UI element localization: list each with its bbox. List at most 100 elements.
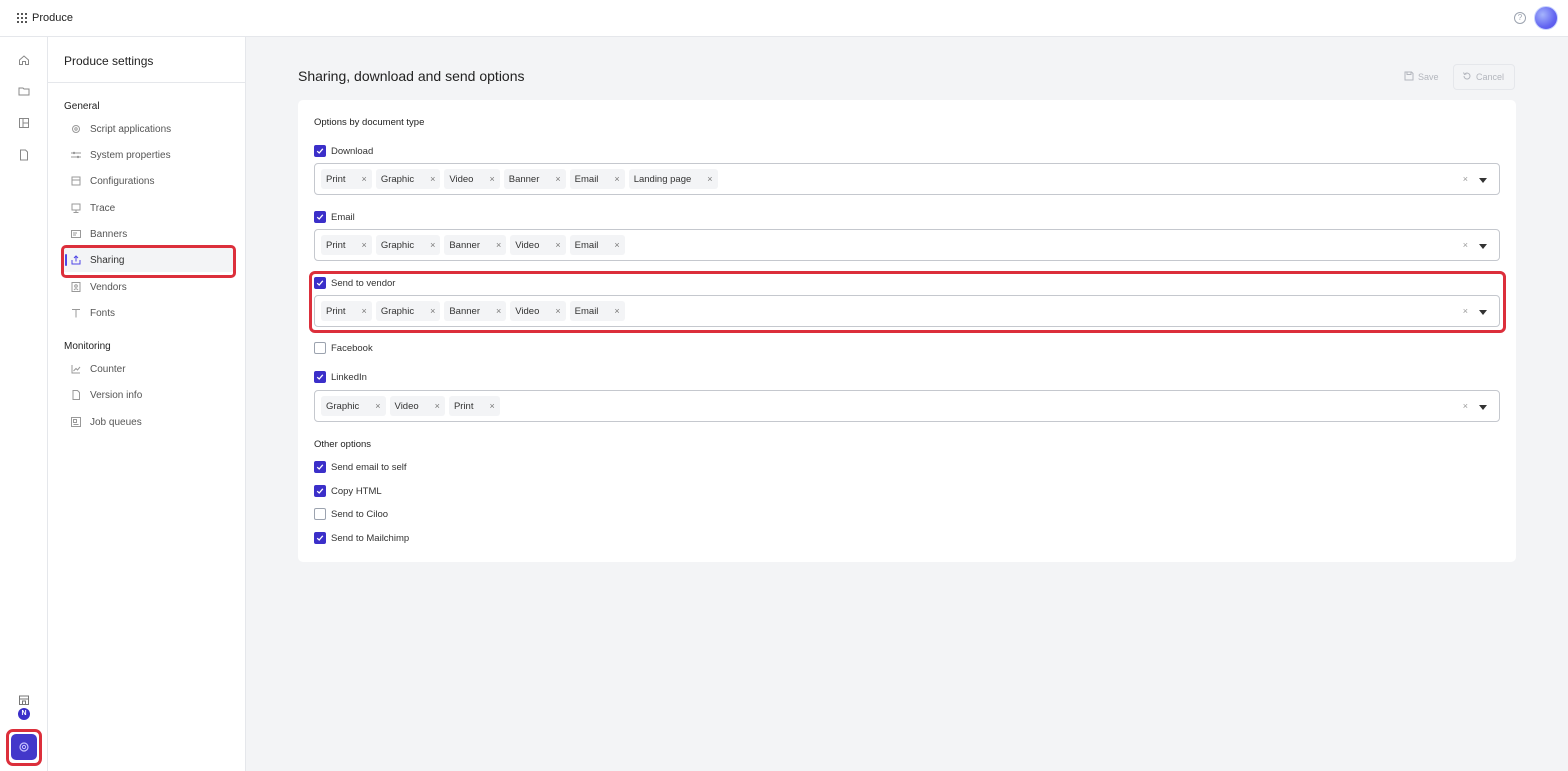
sidebar-item-label: Trace (90, 202, 116, 214)
chevron-down-icon[interactable] (1479, 405, 1487, 410)
send-to-mailchimp-option[interactable]: Send to Mailchimp (314, 532, 409, 544)
chip-label: Landing page (633, 173, 692, 185)
send-email-to-self-option[interactable]: Send email to self (314, 461, 407, 473)
sidebar-item-vendors[interactable]: Vendors (62, 275, 234, 299)
layout-icon[interactable] (18, 117, 30, 129)
chip: Print × (321, 169, 372, 189)
chip-label: Banner (449, 239, 480, 251)
queue-icon (71, 417, 81, 427)
remove-chip-icon[interactable]: × (614, 174, 619, 184)
avatar[interactable] (1534, 6, 1558, 30)
chip-label: Video (449, 173, 474, 185)
chip-label: Graphic (326, 400, 360, 412)
facebook-checkbox[interactable] (314, 342, 326, 354)
send-to-ciloo-option[interactable]: Send to Ciloo (314, 508, 388, 520)
settings-sidebar: Produce settings General Script applicat… (48, 37, 246, 771)
sidebar-item-trace[interactable]: Trace (62, 196, 234, 220)
chip: Graphic × (375, 235, 441, 255)
clear-all-icon[interactable]: × (1463, 401, 1468, 411)
cancel-button[interactable]: Cancel (1453, 64, 1515, 90)
remove-chip-icon[interactable]: × (555, 174, 560, 184)
remove-chip-icon[interactable]: × (707, 174, 712, 184)
email-types-select[interactable]: Print × Graphic × Banner × Video × Email × × (314, 229, 1500, 261)
help-icon[interactable]: ? (1514, 12, 1526, 24)
remove-chip-icon[interactable]: × (435, 401, 440, 411)
folder-icon[interactable] (18, 85, 30, 97)
chip-label: Banner (508, 173, 540, 185)
sidebar-title: Produce settings (64, 54, 154, 68)
document-icon[interactable] (18, 149, 30, 161)
remove-chip-icon[interactable]: × (614, 240, 619, 250)
download-checkbox[interactable] (314, 145, 326, 157)
notification-badge[interactable]: N (18, 708, 30, 720)
sliders-icon (71, 150, 81, 160)
chip-label: Print (326, 239, 346, 251)
sidebar-item-label: System properties (90, 149, 171, 161)
remove-chip-icon[interactable]: × (489, 401, 494, 411)
save-button[interactable]: Save (1396, 64, 1447, 90)
chip: Video × (510, 235, 566, 255)
linkedin-types-select[interactable]: Graphic × Video × Print × × (314, 390, 1500, 422)
email-checkbox[interactable] (314, 211, 326, 223)
chip-label: Video (394, 400, 419, 412)
sidebar-item-banners[interactable]: Banners (62, 222, 234, 246)
remove-chip-icon[interactable]: × (496, 240, 501, 250)
chart-icon (71, 364, 81, 374)
divider (48, 82, 246, 83)
sidebar-item-version-info[interactable]: Version info (62, 383, 234, 407)
document-icon (71, 390, 81, 400)
chip-label: Video (515, 239, 540, 251)
chip-label: Print (453, 400, 474, 412)
home-icon[interactable] (18, 54, 30, 66)
remove-chip-icon[interactable]: × (555, 240, 560, 250)
email-option[interactable]: Email (314, 211, 355, 223)
chip: Print × (448, 396, 500, 416)
chip-label: Graphic (380, 173, 415, 185)
vendor-icon (71, 282, 81, 292)
remove-chip-icon[interactable]: × (375, 401, 380, 411)
send-to-ciloo-checkbox[interactable] (314, 508, 326, 520)
download-types-select[interactable]: Print × Graphic × Video × Banner × Email × La… (314, 163, 1500, 195)
chevron-down-icon[interactable] (1479, 244, 1487, 249)
clear-all-icon[interactable]: × (1463, 174, 1468, 184)
save-icon (1404, 71, 1414, 83)
chip: Graphic × (375, 169, 441, 189)
remove-chip-icon[interactable]: × (430, 174, 435, 184)
send-to-mailchimp-checkbox[interactable] (314, 532, 326, 544)
sidebar-item-script-applications[interactable]: Script applications (62, 117, 234, 141)
other-options-heading: Other options (314, 439, 372, 450)
chip: Banner × (503, 169, 566, 189)
sidebar-item-fonts[interactable]: Fonts (62, 301, 234, 325)
remove-chip-icon[interactable]: × (430, 240, 435, 250)
app-grid-icon[interactable] (17, 13, 27, 23)
chip: Banner × (444, 235, 507, 255)
download-option[interactable]: Download (314, 145, 373, 157)
sidebar-item-label: Version info (90, 389, 143, 401)
linkedin-label: LinkedIn (331, 371, 367, 383)
send-email-to-self-checkbox[interactable] (314, 461, 326, 473)
copy-html-checkbox[interactable] (314, 485, 326, 497)
send-to-ciloo-label: Send to Ciloo (331, 508, 389, 520)
linkedin-checkbox[interactable] (314, 371, 326, 383)
clear-all-icon[interactable]: × (1463, 240, 1468, 250)
linkedin-option[interactable]: LinkedIn (314, 371, 367, 383)
chip: Video × (389, 396, 445, 416)
sidebar-item-label: Fonts (90, 307, 116, 319)
sidebar-item-label: Job queues (90, 416, 142, 428)
remove-chip-icon[interactable]: × (489, 174, 494, 184)
remove-chip-icon[interactable]: × (362, 174, 367, 184)
cancel-label: Cancel (1476, 72, 1505, 82)
remove-chip-icon[interactable]: × (362, 240, 367, 250)
sidebar-item-counter[interactable]: Counter (62, 357, 234, 381)
sidebar-item-configurations[interactable]: Configurations (62, 169, 234, 193)
chevron-down-icon[interactable] (1479, 178, 1487, 183)
settings-highlight (6, 729, 42, 766)
store-icon[interactable] (18, 694, 30, 706)
chip-label: Email (574, 173, 599, 185)
facebook-label: Facebook (331, 342, 373, 354)
facebook-option[interactable]: Facebook (314, 342, 373, 354)
sidebar-item-system-properties[interactable]: System properties (62, 143, 234, 167)
copy-html-option[interactable]: Copy HTML (314, 485, 382, 497)
sidebar-item-label: Banners (90, 228, 128, 240)
sidebar-item-job-queues[interactable]: Job queues (62, 410, 234, 434)
